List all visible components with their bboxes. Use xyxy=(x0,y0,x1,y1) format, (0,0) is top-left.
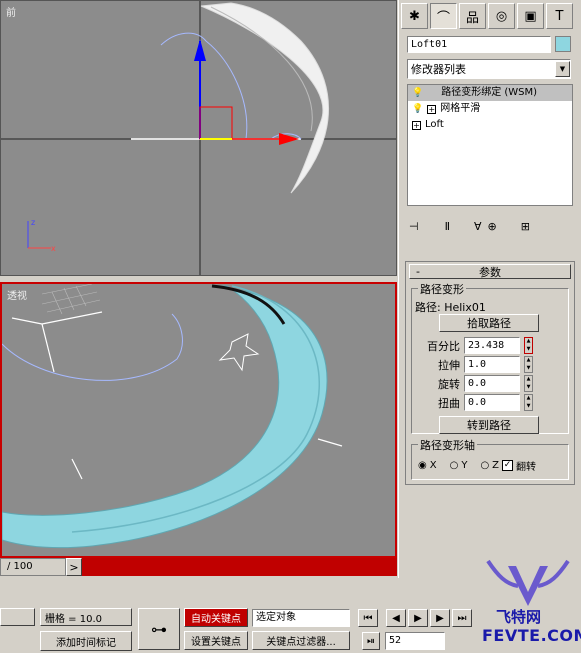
percent-spinner[interactable]: ▲ ▼ xyxy=(524,337,533,354)
configure-sets-icon[interactable]: ⊞ xyxy=(521,220,530,233)
object-color-swatch[interactable] xyxy=(555,36,571,52)
watermark-site-en: FEVTE.COM xyxy=(482,626,581,645)
go-to-start-icon[interactable]: ⏮ xyxy=(358,609,378,627)
svg-text:z: z xyxy=(31,218,35,227)
stack-item-loft[interactable]: + Loft xyxy=(408,117,572,133)
create-tab-icon[interactable]: ✱ xyxy=(401,3,428,29)
previous-frame-icon[interactable]: ◀ xyxy=(386,609,406,627)
z-axis-gizmo-arrow xyxy=(194,39,206,61)
coord-field[interactable] xyxy=(0,608,35,626)
modifier-list-label: 修改器列表 xyxy=(411,63,466,76)
svg-text:x: x xyxy=(51,244,56,253)
object-name-field[interactable]: Loft01 xyxy=(407,36,551,53)
expand-icon[interactable]: + xyxy=(412,120,421,130)
stack-item-label: 路径变形绑定 (WSM) xyxy=(441,87,538,98)
go-to-end-icon[interactable]: ⏭ xyxy=(452,609,472,627)
key-selection-label: 选定对象 xyxy=(256,612,296,623)
axis-z-label: Z xyxy=(492,460,500,471)
stack-item-path-deform[interactable]: 💡 路径变形绑定 (WSM) xyxy=(408,85,572,101)
rotation-label: 旋转 xyxy=(438,377,460,391)
grid-size-display: 栅格 = 10.0 xyxy=(40,608,132,626)
rotation-field[interactable]: 0.0 xyxy=(464,375,520,392)
remove-modifier-icon[interactable]: ⊕ xyxy=(488,220,497,233)
percent-label: 百分比 xyxy=(427,339,460,353)
axis-y-label: Y xyxy=(461,460,468,471)
pin-stack-icon[interactable]: ⊣ xyxy=(409,220,419,233)
hierarchy-tab-icon[interactable]: 品 xyxy=(459,3,486,29)
group-title: 路径变形 xyxy=(418,281,466,297)
modifier-list-dropdown[interactable]: 修改器列表 xyxy=(407,59,571,79)
display-tab-icon[interactable]: ▣ xyxy=(517,3,544,29)
key-icon[interactable]: ⊶ xyxy=(138,608,180,650)
pick-path-button[interactable]: 拾取路径 xyxy=(439,314,539,332)
time-slider-frame-label: / 100 xyxy=(0,558,66,576)
axis-z-radio[interactable]: ○ xyxy=(480,460,489,471)
key-mode-icon[interactable]: ⏯ xyxy=(362,632,380,650)
utilities-tab-icon[interactable]: T xyxy=(546,3,573,29)
stack-toolbar: ⊣ Ⅱ ∀ ⊕ ⊞ xyxy=(409,216,573,236)
twist-label: 扭曲 xyxy=(438,396,460,410)
set-key-button[interactable]: 设置关键点 xyxy=(184,631,248,650)
add-time-tag-button[interactable]: 添加时间标记 xyxy=(40,631,132,651)
axis-y-radio[interactable]: ○ xyxy=(450,460,459,471)
key-selection-dropdown[interactable]: 选定对象 xyxy=(252,609,350,627)
rollout-title: 参数 xyxy=(479,265,501,279)
stack-item-label: Loft xyxy=(425,119,444,130)
time-slider[interactable]: / 100 > xyxy=(0,558,397,576)
rotation-spinner[interactable]: ▲ ▼ xyxy=(524,375,533,392)
show-end-result-icon[interactable]: Ⅱ xyxy=(445,220,450,233)
twist-field[interactable]: 0.0 xyxy=(464,394,520,411)
path-name-label: 路径: Helix01 xyxy=(415,301,486,314)
modify-tab-icon[interactable]: ⌒ xyxy=(430,3,457,29)
play-icon[interactable]: ▶ xyxy=(408,609,428,627)
stack-item-label: 网格平滑 xyxy=(440,103,481,114)
front-viewport[interactable]: 前 z x xyxy=(0,0,397,276)
perspective-viewport[interactable]: 透视 xyxy=(0,282,397,558)
lightbulb-icon[interactable]: 💡 xyxy=(412,85,423,101)
make-unique-icon[interactable]: ∀ xyxy=(474,220,482,233)
motion-tab-icon[interactable]: ◎ xyxy=(488,3,515,29)
command-panel: ✱ ⌒ 品 ◎ ▣ T Loft01 修改器列表 ▼ 💡 路径变形绑定 (WSM… xyxy=(398,0,581,578)
watermark-logo: 飞特网 FEVTE.COM xyxy=(478,556,581,652)
watermark-site-cn: 飞特网 xyxy=(496,608,542,626)
axis-x-label: X xyxy=(429,460,437,471)
flip-checkbox[interactable]: ✓ xyxy=(502,460,514,471)
current-frame-field[interactable]: 52 xyxy=(385,632,445,650)
modifier-stack[interactable]: 💡 路径变形绑定 (WSM) 💡 + 网格平滑 + Loft xyxy=(407,84,573,206)
stretch-field[interactable]: 1.0 xyxy=(464,356,520,373)
expand-icon[interactable]: + xyxy=(427,104,437,114)
time-slider-next-button[interactable]: > xyxy=(66,558,82,576)
next-frame-icon[interactable]: ▶ xyxy=(430,609,450,627)
stretch-label: 拉伸 xyxy=(438,358,460,372)
flip-label: 翻转 xyxy=(516,462,537,473)
group-title: 路径变形轴 xyxy=(418,437,477,453)
chevron-down-icon[interactable]: ▼ xyxy=(555,61,570,77)
rollout-header[interactable]: - 参数 xyxy=(409,264,571,279)
key-filters-button[interactable]: 关键点过滤器... xyxy=(252,631,350,650)
percent-field[interactable]: 23.438 xyxy=(464,337,520,354)
parameters-rollout: - 参数 路径变形 路径: Helix01 拾取路径 百分比 23.438 ▲ ▼… xyxy=(405,261,575,485)
twist-spinner[interactable]: ▲ ▼ xyxy=(524,394,533,411)
move-to-path-button[interactable]: 转到路径 xyxy=(439,416,539,434)
stretch-spinner[interactable]: ▲ ▼ xyxy=(524,356,533,373)
auto-key-button[interactable]: 自动关键点 xyxy=(184,608,248,627)
stack-item-meshsmooth[interactable]: 💡 + 网格平滑 xyxy=(408,101,572,117)
axis-x-radio[interactable]: ◉ xyxy=(418,460,427,471)
command-panel-tabs: ✱ ⌒ 品 ◎ ▣ T xyxy=(401,3,579,29)
lightbulb-icon[interactable]: 💡 xyxy=(412,101,423,117)
rollout-toggle: - xyxy=(416,265,420,278)
